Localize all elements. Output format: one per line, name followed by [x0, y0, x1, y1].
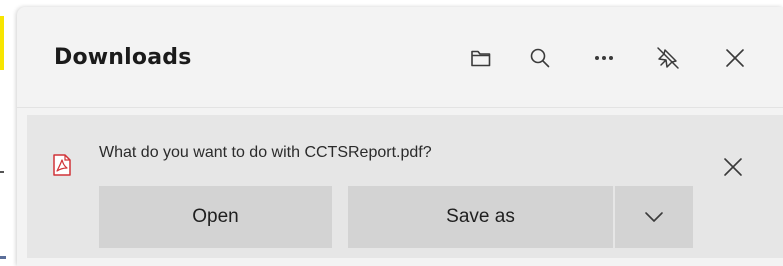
close-icon [724, 158, 742, 176]
downloads-header: Downloads [17, 7, 783, 107]
pin-icon[interactable] [655, 45, 681, 71]
chevron-down-icon [645, 212, 663, 222]
close-icon[interactable] [722, 45, 748, 71]
page-title: Downloads [54, 45, 192, 70]
download-prompt-text: What do you want to do with CCTSReport.p… [99, 144, 432, 161]
download-item: What do you want to do with CCTSReport.p… [27, 115, 783, 258]
background-fragment [0, 256, 6, 259]
dismiss-download-button[interactable] [722, 156, 748, 182]
folder-icon[interactable] [468, 45, 494, 71]
open-button[interactable]: Open [99, 186, 332, 248]
more-icon[interactable] [591, 45, 617, 71]
background-accent-strip [0, 16, 4, 70]
downloads-panel: Downloads What do you want to do with CC… [17, 7, 783, 266]
more-save-options-button[interactable] [615, 186, 693, 248]
background-fragment [0, 171, 4, 173]
pdf-icon [53, 154, 71, 176]
search-icon[interactable] [527, 45, 553, 71]
save-as-button[interactable]: Save as [348, 186, 614, 248]
header-divider [17, 107, 783, 108]
